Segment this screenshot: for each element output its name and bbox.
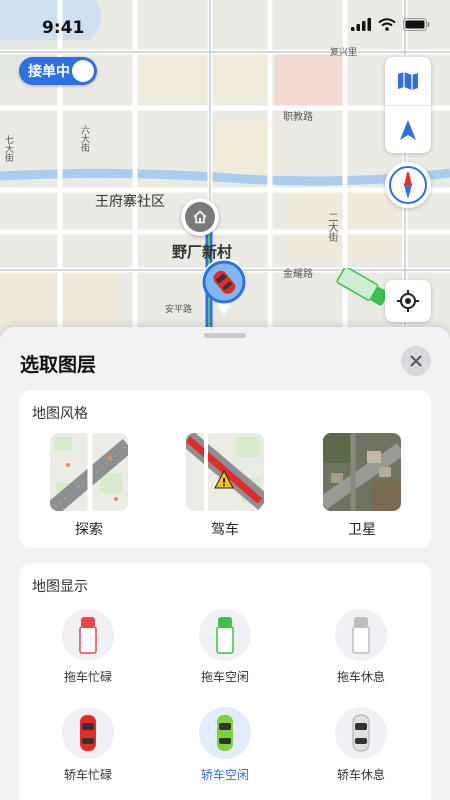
map-label-liuda: 六大街 [79, 125, 89, 152]
display-toggle-car-idle[interactable]: 轿车空闲 [180, 707, 270, 783]
display-label-car-idle: 轿车空闲 [200, 768, 249, 782]
map-layers-button[interactable] [385, 57, 431, 105]
map-label-zhiye: 职教路 [283, 112, 313, 123]
display-toggle-car-rest[interactable]: 轿车休息 [316, 707, 406, 783]
driving-map-thumbnail: ! [186, 433, 264, 511]
style-option-satellite[interactable]: 卫星 [323, 433, 401, 539]
truck-idle-marker[interactable] [333, 268, 393, 308]
status-time: 9:41 [42, 18, 85, 38]
cellular-signal-icon [351, 18, 371, 31]
compass-button[interactable]: 北 [385, 162, 431, 208]
close-button[interactable] [401, 346, 431, 376]
current-vehicle-marker[interactable] [201, 258, 247, 315]
map-style-card: 地图风格 探索 ! 驾车 卫星 [19, 390, 431, 548]
tow-truck-rest-icon [352, 617, 370, 654]
display-toggle-tow-rest[interactable]: 拖车休息 [316, 609, 406, 685]
map-label-erda: 二大街 [326, 212, 337, 242]
tow-truck-idle-icon [216, 617, 234, 654]
close-icon [410, 355, 422, 367]
display-toggle-tow-idle[interactable]: 拖车空闲 [180, 609, 270, 685]
display-label-tow-rest: 拖车休息 [336, 670, 385, 684]
layer-picker-sheet: 选取图层 地图风格 探索 ! 驾车 卫星 地图显示 拖车忙碌 拖车空闲 拖车休息… [0, 327, 450, 800]
map-label-qida: 七大街 [3, 135, 13, 162]
map-icon [398, 72, 418, 90]
toggle-knob [72, 60, 94, 82]
map-display-title: 地图显示 [32, 579, 88, 595]
tow-rest-circle [335, 609, 387, 661]
style-label-explore: 探索 [75, 522, 103, 538]
car-idle-icon [217, 715, 233, 751]
style-option-driving[interactable]: ! 驾车 [186, 433, 264, 539]
map-display-card: 地图显示 拖车忙碌 拖车空闲 拖车休息 轿车忙碌 轿车空闲 轿车休息 [19, 563, 431, 800]
map-label-anping: 安平路 [165, 305, 193, 315]
display-label-tow-busy: 拖车忙碌 [63, 670, 112, 684]
poi-home-pin[interactable] [181, 198, 219, 236]
wifi-icon [378, 18, 396, 31]
status-bar: 9:41 [0, 0, 450, 52]
car-busy-icon [80, 715, 96, 751]
sheet-title: 选取图层 [20, 354, 97, 376]
compass-icon: 北 [389, 166, 427, 204]
navigation-arrow-icon [400, 119, 416, 140]
sheet-drag-handle[interactable] [204, 333, 246, 338]
car-rest-icon [352, 714, 370, 752]
crosshair-icon [397, 290, 419, 312]
map-controls [385, 57, 431, 153]
home-icon [185, 202, 215, 232]
explore-map-thumbnail [50, 433, 128, 511]
map-view[interactable]: 复兴里 职教路 七大街 六大街 王府寨社区 二大街 金耀路 安平路 野厂新村 9… [0, 0, 450, 345]
style-option-explore[interactable]: 探索 [50, 433, 128, 539]
display-label-car-rest: 轿车休息 [336, 768, 385, 782]
car-rest-circle [335, 707, 387, 759]
tow-busy-circle [62, 609, 114, 661]
display-toggle-car-busy[interactable]: 轿车忙碌 [43, 707, 133, 783]
car-busy-circle [62, 707, 114, 759]
map-label-jinhui: 金耀路 [283, 269, 313, 280]
svg-text:!: ! [221, 476, 226, 489]
display-label-car-busy: 轿车忙碌 [63, 768, 112, 782]
satellite-map-thumbnail [323, 433, 401, 511]
map-style-title: 地图风格 [32, 406, 88, 422]
locate-me-button[interactable] [385, 280, 431, 322]
style-label-driving: 驾车 [211, 522, 239, 538]
navigation-mode-button[interactable] [385, 105, 431, 153]
map-label-wangfu: 王府寨社区 [95, 194, 165, 210]
tow-idle-circle [199, 609, 251, 661]
toggle-label: 接单中 [28, 64, 70, 80]
display-toggle-tow-busy[interactable]: 拖车忙碌 [43, 609, 133, 685]
svg-text:北: 北 [405, 172, 411, 180]
battery-icon [403, 18, 430, 31]
car-idle-circle [199, 707, 251, 759]
tow-truck-busy-icon [79, 617, 97, 654]
display-label-tow-idle: 拖车空闲 [200, 670, 249, 684]
accepting-orders-toggle[interactable]: 接单中 [19, 57, 97, 85]
style-label-satellite: 卫星 [348, 522, 376, 538]
